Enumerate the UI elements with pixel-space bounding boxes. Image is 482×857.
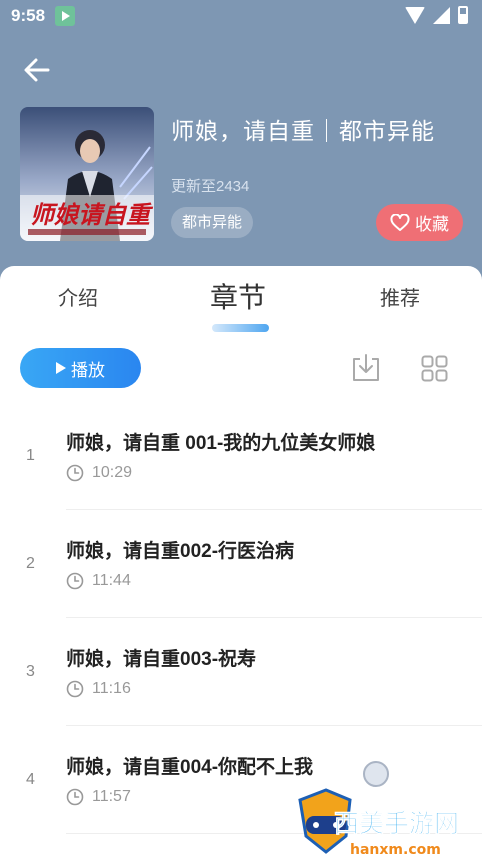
chapter-number: 1: [26, 447, 35, 464]
chapter-item[interactable]: 3 师娘，请自重003-祝寿 11:16: [0, 618, 482, 726]
genre-tag[interactable]: 都市异能: [171, 207, 254, 238]
chapter-duration: 11:44: [66, 572, 131, 590]
grid-icon: [421, 355, 448, 382]
chapter-title: 师娘，请自重 001-我的九位美女师娘: [66, 433, 376, 454]
play-icon: [56, 362, 66, 374]
status-indicators: [405, 6, 468, 24]
heart-icon: [390, 213, 410, 231]
tab-chapters[interactable]: 章节: [210, 276, 266, 316]
duration-text: 10:29: [92, 464, 133, 481]
battery-icon: [458, 6, 468, 24]
watermark-text: 西美手游网: [334, 809, 459, 838]
duration-text: 11:44: [92, 572, 131, 589]
download-button[interactable]: [350, 353, 382, 383]
chapter-duration: 10:29: [66, 464, 132, 482]
clock-icon: [66, 572, 84, 590]
clock-icon: [66, 788, 84, 806]
cover-title-text: 师娘请自重: [30, 202, 154, 229]
chapter-item[interactable]: 1 师娘，请自重 001-我的九位美女师娘 10:29: [0, 402, 482, 510]
back-button[interactable]: [22, 56, 52, 84]
duration-text: 11:57: [92, 788, 131, 805]
play-label: 播放: [71, 360, 105, 380]
arrow-left-icon: [24, 58, 50, 82]
book-cover[interactable]: 师娘请自重: [20, 107, 154, 241]
chapter-item[interactable]: 2 师娘，请自重002-行医治病 11:44: [0, 510, 482, 618]
download-icon: [353, 354, 379, 381]
chapter-duration: 11:16: [66, 680, 131, 698]
play-all-button[interactable]: 播放: [20, 348, 141, 388]
chapter-duration: 11:57: [66, 788, 131, 806]
active-tab-indicator: [212, 324, 269, 332]
app-notification-icon: [55, 6, 75, 26]
favorite-button[interactable]: 收藏: [376, 204, 463, 241]
duration-text: 11:16: [92, 680, 131, 697]
signal-icon: [433, 6, 450, 24]
chapter-title: 师娘，请自重003-祝寿: [66, 649, 257, 670]
watermark-logo: 西美手游网 hanxm.com: [270, 760, 482, 857]
chapter-number: 2: [26, 555, 35, 572]
chapter-number: 3: [26, 663, 35, 680]
book-title: 师娘，请自重｜都市异能: [171, 118, 435, 144]
chapter-number: 4: [26, 771, 35, 788]
status-bar: 9:58: [0, 0, 482, 34]
clock-icon: [66, 680, 84, 698]
tab-recommend[interactable]: 推荐: [380, 282, 420, 311]
status-time: 9:58: [11, 6, 46, 25]
wifi-icon: [405, 6, 425, 24]
update-status: 更新至2434: [171, 178, 250, 195]
chapter-title: 师娘，请自重002-行医治病: [66, 541, 295, 562]
tab-intro[interactable]: 介绍: [58, 282, 98, 311]
watermark-url: hanxm.com: [350, 842, 441, 857]
favorite-label: 收藏: [415, 215, 449, 234]
clock-icon: [66, 464, 84, 482]
grid-view-button[interactable]: [421, 355, 448, 382]
